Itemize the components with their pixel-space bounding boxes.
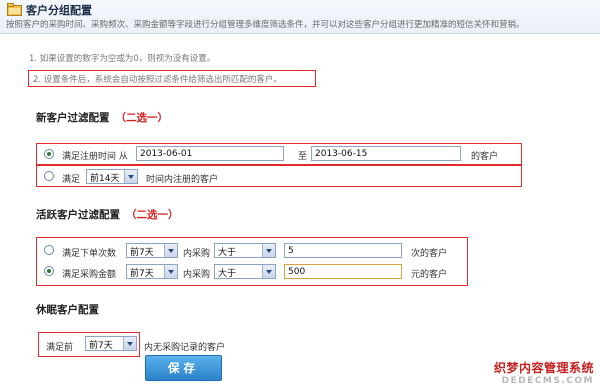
dormant-customer-section-title: 休眠客户配置 bbox=[36, 304, 99, 316]
new-customer-section-title: 新客户过滤配置 （二选一） bbox=[36, 112, 169, 124]
chevron-down-icon bbox=[124, 170, 137, 183]
register-date-from-input[interactable] bbox=[136, 146, 284, 161]
register-date-to-input[interactable] bbox=[311, 146, 461, 161]
order-count-radio[interactable] bbox=[44, 245, 54, 255]
register-range-label: 满足注册时间 从 bbox=[62, 152, 128, 162]
save-button[interactable]: 保存 bbox=[145, 355, 222, 381]
order-count-period-select[interactable]: 前7天 bbox=[126, 243, 178, 258]
select-value: 大于 bbox=[218, 248, 237, 258]
order-count-compare-select[interactable]: 大于 bbox=[214, 243, 276, 258]
chevron-down-icon bbox=[164, 265, 177, 278]
choose-one-note: （二选一） bbox=[126, 209, 179, 221]
dormant-period-select[interactable]: 前7天 bbox=[85, 336, 137, 351]
dormant-suffix: 内无采购记录的客户 bbox=[144, 343, 226, 353]
watermark-title: 织梦内容管理系统 bbox=[493, 361, 594, 375]
purchase-amount-radio[interactable] bbox=[44, 266, 54, 276]
select-value: 大于 bbox=[218, 269, 237, 279]
dormant-label: 满足前 bbox=[46, 343, 74, 353]
order-count-label: 满足下单次数 bbox=[62, 249, 117, 259]
order-count-mid-label: 内采购 bbox=[183, 249, 211, 259]
chevron-down-icon bbox=[123, 337, 136, 350]
watermark: 织梦内容管理系统 DEDECMS.COM bbox=[494, 359, 594, 386]
select-value: 前7天 bbox=[89, 341, 113, 351]
choose-one-note: （二选一） bbox=[115, 112, 169, 124]
order-count-suffix: 次的客户 bbox=[411, 249, 448, 259]
tip-1: 1. 如果设置的数字为空或为0，则视为没有设置。 bbox=[29, 54, 216, 64]
order-count-input[interactable] bbox=[284, 243, 402, 258]
chevron-down-icon bbox=[262, 244, 275, 257]
select-value: 前7天 bbox=[130, 269, 154, 279]
purchase-amount-input[interactable] bbox=[284, 264, 402, 279]
page-title: 客户分组配置 bbox=[26, 4, 92, 17]
purchase-amount-label: 满足采购金额 bbox=[62, 270, 117, 280]
page-description: 按照客户的采购时间、采购频次、采购金额等字段进行分组管理多维度筛选条件，并可以对… bbox=[6, 20, 525, 30]
select-value: 前14天 bbox=[90, 174, 120, 184]
new-customer-period-radio[interactable] bbox=[44, 171, 54, 181]
watermark-url: DEDECMS.COM bbox=[501, 376, 594, 386]
new-customer-period-select[interactable]: 前14天 bbox=[86, 169, 138, 184]
select-value: 前7天 bbox=[130, 248, 154, 258]
active-customer-section-title: 活跃客户过滤配置 （二选一） bbox=[36, 209, 179, 221]
tip-2: 2. 设置条件后，系统会自动按照过滤条件给筛选出所匹配的客户。 bbox=[33, 75, 282, 85]
page-header: 客户分组配置 按照客户的采购时间、采购频次、采购金额等字段进行分组管理多维度筛选… bbox=[0, 0, 600, 34]
chevron-down-icon bbox=[164, 244, 177, 257]
purchase-amount-compare-select[interactable]: 大于 bbox=[214, 264, 276, 279]
register-range-suffix: 的客户 bbox=[471, 152, 499, 162]
purchase-amount-period-select[interactable]: 前7天 bbox=[126, 264, 178, 279]
purchase-amount-suffix: 元的客户 bbox=[411, 270, 448, 280]
purchase-amount-mid-label: 内采购 bbox=[183, 270, 211, 280]
period-suffix: 时间内注册的客户 bbox=[146, 175, 219, 185]
period-label: 满足 bbox=[62, 175, 81, 185]
new-customer-register-range-radio[interactable] bbox=[44, 149, 54, 159]
to-label: 至 bbox=[298, 152, 308, 162]
chevron-down-icon bbox=[262, 265, 275, 278]
folder-icon bbox=[7, 3, 22, 16]
